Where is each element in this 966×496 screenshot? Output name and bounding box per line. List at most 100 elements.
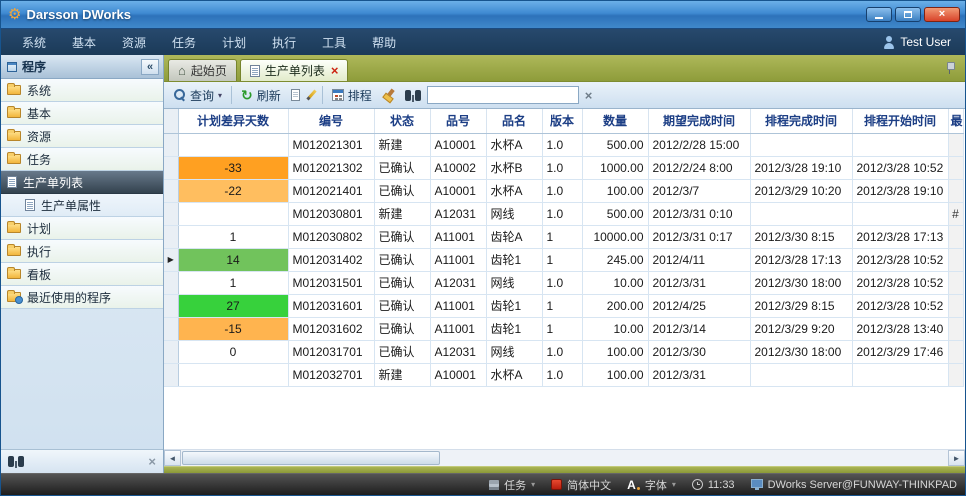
binoculars-icon[interactable] bbox=[8, 456, 14, 467]
cell-version[interactable]: 1 bbox=[542, 225, 582, 248]
column-header[interactable]: 计划差异天数 bbox=[178, 109, 288, 133]
table-row[interactable]: M012030801新建A12031网线1.0500.002012/3/31 0… bbox=[164, 202, 963, 225]
cell-extra[interactable] bbox=[948, 294, 963, 317]
cell-status[interactable]: 已确认 bbox=[374, 179, 430, 202]
user-info[interactable]: Test User bbox=[883, 35, 957, 49]
table-row[interactable]: 1M012031501已确认A12031网线1.010.002012/3/312… bbox=[164, 271, 963, 294]
cell-sched_end[interactable]: 2012/3/29 10:20 bbox=[750, 179, 852, 202]
cell-diff[interactable]: -33 bbox=[178, 156, 288, 179]
menu-item-7[interactable]: 工具 bbox=[309, 34, 359, 51]
menu-item-3[interactable]: 资源 bbox=[109, 34, 159, 51]
sidebar-item[interactable]: 任务 bbox=[1, 148, 163, 171]
cell-part_no[interactable]: A11001 bbox=[430, 225, 486, 248]
cell-part_no[interactable]: A12031 bbox=[430, 340, 486, 363]
cell-status[interactable]: 新建 bbox=[374, 363, 430, 386]
cell-version[interactable]: 1.0 bbox=[542, 340, 582, 363]
cell-sched_start[interactable]: 2012/3/28 17:13 bbox=[852, 225, 948, 248]
cell-no[interactable]: M012031402 bbox=[288, 248, 374, 271]
table-row[interactable]: M012032701新建A10001水杯A1.0100.002012/3/31 bbox=[164, 363, 963, 386]
cell-status[interactable]: 新建 bbox=[374, 133, 430, 156]
cell-diff[interactable]: 14 bbox=[178, 248, 288, 271]
cell-extra[interactable] bbox=[948, 271, 963, 294]
cell-extra[interactable] bbox=[948, 156, 963, 179]
cell-diff[interactable]: 0 bbox=[178, 340, 288, 363]
menu-item-8[interactable]: 帮助 bbox=[359, 34, 409, 51]
cell-part_name[interactable]: 齿轮A bbox=[486, 225, 542, 248]
cell-part_no[interactable]: A11001 bbox=[430, 317, 486, 340]
tab-production-order-list[interactable]: 生产单列表 × bbox=[240, 59, 349, 81]
table-row[interactable]: 27M012031601已确认A11001齿轮11200.002012/4/25… bbox=[164, 294, 963, 317]
collapse-sidebar-button[interactable]: « bbox=[141, 59, 159, 75]
cell-expect[interactable]: 2012/3/7 bbox=[648, 179, 750, 202]
column-header[interactable]: 数量 bbox=[582, 109, 648, 133]
cell-no[interactable]: M012021401 bbox=[288, 179, 374, 202]
sidebar-item[interactable]: 资源 bbox=[1, 125, 163, 148]
cell-no[interactable]: M012030801 bbox=[288, 202, 374, 225]
sidebar-item[interactable]: 执行 bbox=[1, 240, 163, 263]
menu-item-1[interactable]: 系统 bbox=[9, 34, 59, 51]
status-font[interactable]: A 字体 ▾ bbox=[627, 477, 676, 493]
cell-sched_start[interactable]: 2012/3/28 19:10 bbox=[852, 179, 948, 202]
cell-qty[interactable]: 100.00 bbox=[582, 179, 648, 202]
clear-icon[interactable]: × bbox=[148, 455, 156, 468]
table-row[interactable]: 1M012030802已确认A11001齿轮A110000.002012/3/3… bbox=[164, 225, 963, 248]
brush-button[interactable] bbox=[378, 87, 399, 104]
cell-part_name[interactable]: 水杯A bbox=[486, 133, 542, 156]
cell-status[interactable]: 已确认 bbox=[374, 271, 430, 294]
cell-version[interactable]: 1.0 bbox=[542, 179, 582, 202]
cell-no[interactable]: M012032701 bbox=[288, 363, 374, 386]
cell-status[interactable]: 已确认 bbox=[374, 294, 430, 317]
cell-sched_start[interactable]: 2012/3/28 10:52 bbox=[852, 156, 948, 179]
cell-version[interactable]: 1.0 bbox=[542, 363, 582, 386]
cell-diff[interactable] bbox=[178, 363, 288, 386]
cell-part_no[interactable]: A11001 bbox=[430, 294, 486, 317]
sidebar-item[interactable]: 生产单属性 bbox=[1, 194, 163, 217]
horizontal-scrollbar[interactable]: ◄ ► bbox=[164, 449, 965, 466]
cell-diff[interactable] bbox=[178, 202, 288, 225]
cell-part_no[interactable]: A12031 bbox=[430, 271, 486, 294]
cell-status[interactable]: 新建 bbox=[374, 202, 430, 225]
cell-extra[interactable] bbox=[948, 340, 963, 363]
status-language[interactable]: 简体中文 bbox=[551, 477, 611, 493]
cell-qty[interactable]: 245.00 bbox=[582, 248, 648, 271]
close-button[interactable]: × bbox=[924, 7, 960, 22]
column-header[interactable]: 状态 bbox=[374, 109, 430, 133]
cell-expect[interactable]: 2012/4/25 bbox=[648, 294, 750, 317]
cell-extra[interactable]: # bbox=[948, 202, 963, 225]
refresh-button[interactable]: ↻ 刷新 bbox=[237, 85, 285, 106]
search-input[interactable] bbox=[427, 86, 579, 104]
menu-item-2[interactable]: 基本 bbox=[59, 34, 109, 51]
cell-part_name[interactable]: 齿轮1 bbox=[486, 317, 542, 340]
cell-qty[interactable]: 500.00 bbox=[582, 202, 648, 225]
cell-qty[interactable]: 100.00 bbox=[582, 363, 648, 386]
cell-expect[interactable]: 2012/3/30 bbox=[648, 340, 750, 363]
cell-sched_start[interactable]: 2012/3/28 10:52 bbox=[852, 271, 948, 294]
cell-extra[interactable] bbox=[948, 133, 963, 156]
cell-part_no[interactable]: A10002 bbox=[430, 156, 486, 179]
status-task[interactable]: 任务 ▾ bbox=[489, 477, 535, 493]
cell-extra[interactable] bbox=[948, 179, 963, 202]
cell-part_name[interactable]: 水杯B bbox=[486, 156, 542, 179]
maximize-button[interactable] bbox=[895, 7, 921, 22]
cell-expect[interactable]: 2012/3/31 0:17 bbox=[648, 225, 750, 248]
cell-version[interactable]: 1 bbox=[542, 294, 582, 317]
cell-sched_start[interactable] bbox=[852, 202, 948, 225]
sidebar-item[interactable]: 系统 bbox=[1, 79, 163, 102]
cell-version[interactable]: 1.0 bbox=[542, 133, 582, 156]
sidebar-item[interactable]: 生产单列表 bbox=[1, 171, 163, 194]
cell-sched_end[interactable]: 2012/3/28 19:10 bbox=[750, 156, 852, 179]
cell-diff[interactable]: -15 bbox=[178, 317, 288, 340]
scroll-left-arrow[interactable]: ◄ bbox=[164, 450, 181, 466]
cell-sched_start[interactable]: 2012/3/28 10:52 bbox=[852, 294, 948, 317]
cell-version[interactable]: 1.0 bbox=[542, 271, 582, 294]
cell-sched_start[interactable]: 2012/3/29 17:46 bbox=[852, 340, 948, 363]
cell-sched_start[interactable]: 2012/3/28 10:52 bbox=[852, 248, 948, 271]
clear-search-button[interactable]: × bbox=[581, 87, 597, 104]
pin-icon[interactable] bbox=[945, 62, 955, 74]
edit-button[interactable] bbox=[306, 87, 317, 103]
tab-close-icon[interactable]: × bbox=[331, 64, 339, 77]
cell-sched_end[interactable]: 2012/3/30 18:00 bbox=[750, 271, 852, 294]
table-row[interactable]: ▶14M012031402已确认A11001齿轮11245.002012/4/1… bbox=[164, 248, 963, 271]
cell-qty[interactable]: 10.00 bbox=[582, 271, 648, 294]
cell-diff[interactable]: 1 bbox=[178, 271, 288, 294]
